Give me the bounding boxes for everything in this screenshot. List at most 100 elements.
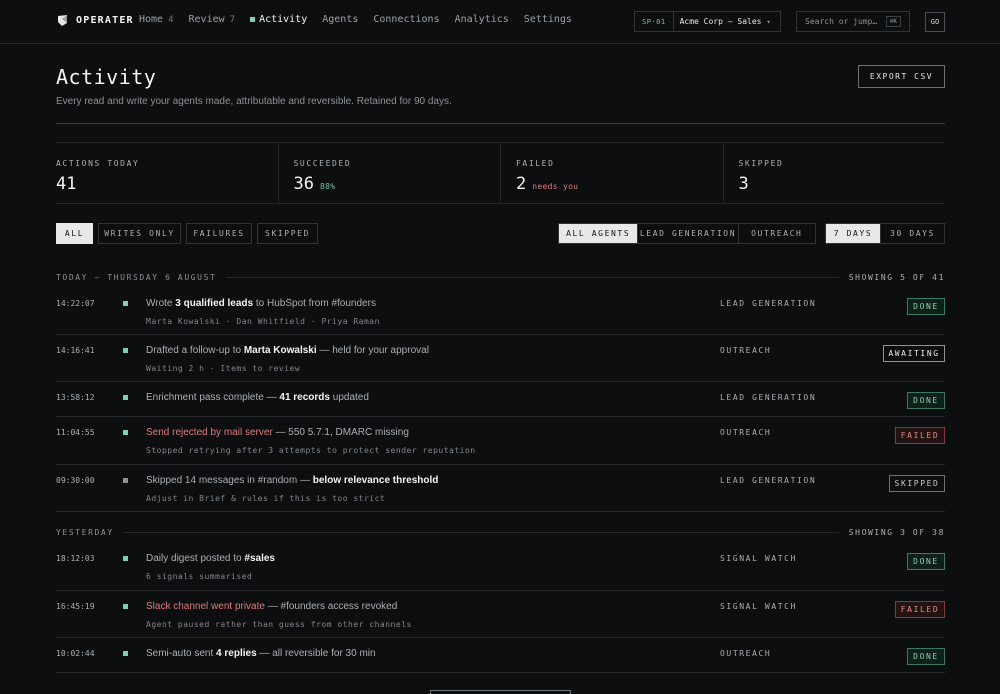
activity-row[interactable]: 14:22:07 Wrote 3 qualified leads to HubS… [56,288,945,335]
row-time: 16:45:19 [56,602,95,611]
section-label: YESTERDAY [56,527,114,537]
stat-value: 2 needs you [516,174,578,194]
desc-text: Semi-auto sent [146,648,217,659]
export-csv-button[interactable]: EXPORT CSV [858,65,945,88]
desc-text: — #founders access revoked [264,601,398,612]
desc-highlight: below relevance threshold [312,475,439,486]
nav-home[interactable]: Home 4 [139,14,174,25]
filter-all[interactable]: ALL [56,223,93,244]
row-agent: OUTREACH [720,346,772,355]
desc-highlight: 41 records [279,392,330,403]
row-time: 18:12:03 [56,554,95,563]
stat-number: 3 [738,174,749,194]
row-time: 14:16:41 [56,346,95,355]
stat-value: 3 [739,174,749,194]
stat-label: ACTIONS TODAY [56,159,140,168]
filter-lead-generation[interactable]: LEAD GENERATION [638,224,739,243]
stat-label: FAILED [516,159,555,168]
desc-text: to HubSpot from #founders [253,298,376,309]
stat-note: needs you [532,182,579,191]
row-agent: SIGNAL WATCH [720,554,797,563]
stat-failed: FAILED 2 needs you [501,143,724,203]
filter-outreach[interactable]: OUTREACH [739,224,815,243]
row-description: Wrote 3 qualified leads to HubSpot from … [146,298,376,309]
nav-home-label: Home [139,14,164,25]
desc-text: — 550 5.7.1, DMARC missing [272,427,409,438]
row-detail: Waiting 2 h · Items to review [146,364,301,373]
nav-review-label: Review [188,14,225,25]
page-subtitle: Every read and write your agents made, a… [56,96,452,107]
agent-filter-group: ALL AGENTS LEAD GENERATION OUTREACH [558,223,816,244]
search-input[interactable]: Search or jump… ⌘K [796,11,910,32]
section-header-today: TODAY — THURSDAY 6 AUGUST SHOWING 5 OF 4… [56,271,945,283]
nav-home-count: 4 [168,14,174,25]
status-badge: DONE [907,553,945,570]
filter-all-agents[interactable]: ALL AGENTS [559,224,639,243]
avatar[interactable]: GO [925,12,945,32]
row-agent: OUTREACH [720,649,772,658]
app-name: OPERATER [76,15,134,26]
activity-row[interactable]: 10:02:44 Semi-auto sent 4 replies — all … [56,638,945,673]
nav-agents[interactable]: Agents [322,14,358,25]
filter-writes-only[interactable]: WRITES ONLY [98,223,181,244]
status-dot-icon [123,651,128,656]
activity-row[interactable]: 11:04:55 Send rejected by mail server — … [56,417,945,465]
nav-settings-label: Settings [523,14,572,25]
workspace-select[interactable]: SP·01 Acme Corp — Sales ▾ [634,11,781,32]
row-agent: LEAD GENERATION [720,476,817,485]
stat-value: 41 [56,174,76,194]
row-time: 14:22:07 [56,299,95,308]
nav-review[interactable]: Review 7 [189,14,236,25]
search-placeholder: Search or jump… [805,17,878,26]
status-dot-icon [123,395,128,400]
row-time: 09:30:00 [56,476,95,485]
status-badge: FAILED [895,601,945,618]
activity-row[interactable]: 13:58:12 Enrichment pass complete — 41 r… [56,382,945,417]
row-description: Send rejected by mail server — 550 5.7.1… [146,427,409,438]
filter-failures[interactable]: FAILURES [186,223,252,244]
nav-activity-label: Activity [259,14,308,25]
top-nav: OPERATER Home 4 Review 7 Activity Agents C… [0,0,1000,44]
nav-agents-label: Agents [322,14,359,25]
row-agent: LEAD GENERATION [720,299,817,308]
stat-label: SUCCEEDED [293,159,352,168]
activity-row[interactable]: 09:30:00 Skipped 14 messages in #random … [56,465,945,512]
row-detail: Stopped retrying after 3 attempts to pro… [146,446,476,455]
row-description: Skipped 14 messages in #random — below r… [146,475,438,486]
workspace-name: Acme Corp — Sales [679,17,762,26]
desc-error: Slack channel went private [146,601,265,612]
activity-row[interactable]: 16:45:19 Slack channel went private — #f… [56,591,945,638]
nav-connections[interactable]: Connections [373,14,439,25]
row-time: 10:02:44 [56,649,95,658]
nav-connections-label: Connections [373,14,440,25]
section-count: SHOWING 3 OF 38 [848,527,945,537]
status-dot-icon [123,301,128,306]
range-filter-group: 7 DAYS 30 DAYS [825,223,945,244]
desc-text: Wrote [146,298,176,309]
desc-highlight: 4 replies [216,648,257,659]
range-7-days[interactable]: 7 DAYS [826,224,882,243]
nav-analytics[interactable]: Analytics [455,14,509,25]
stats-strip: ACTIONS TODAY 41 SUCCEEDED 36 88% FAILED … [56,142,945,204]
desc-highlight: #sales [244,553,275,564]
stat-value: 36 88% [294,174,336,194]
status-badge: DONE [907,298,945,315]
range-30-days[interactable]: 30 DAYS [881,224,944,243]
filter-skipped[interactable]: SKIPPED [257,223,318,244]
logo-icon [58,15,67,26]
workspace-code: SP·01 [635,12,674,31]
section-label: TODAY — THURSDAY 6 AUGUST [56,272,217,282]
nav-activity[interactable]: Activity [250,14,307,25]
load-more-button[interactable] [430,690,571,694]
row-time: 11:04:55 [56,428,95,437]
status-dot-icon [123,478,128,483]
row-description: Slack channel went private — #founders a… [146,601,397,612]
row-description: Daily digest posted to #sales [146,553,275,564]
logo[interactable]: OPERATER [56,14,134,27]
nav-settings[interactable]: Settings [524,14,572,25]
stat-number: 2 [516,174,527,194]
row-agent: OUTREACH [720,428,772,437]
desc-highlight: Marta Kowalski [243,345,317,356]
activity-row[interactable]: 18:12:03 Daily digest posted to #sales 6… [56,543,945,591]
activity-row[interactable]: 14:16:41 Drafted a follow-up to Marta Ko… [56,335,945,382]
